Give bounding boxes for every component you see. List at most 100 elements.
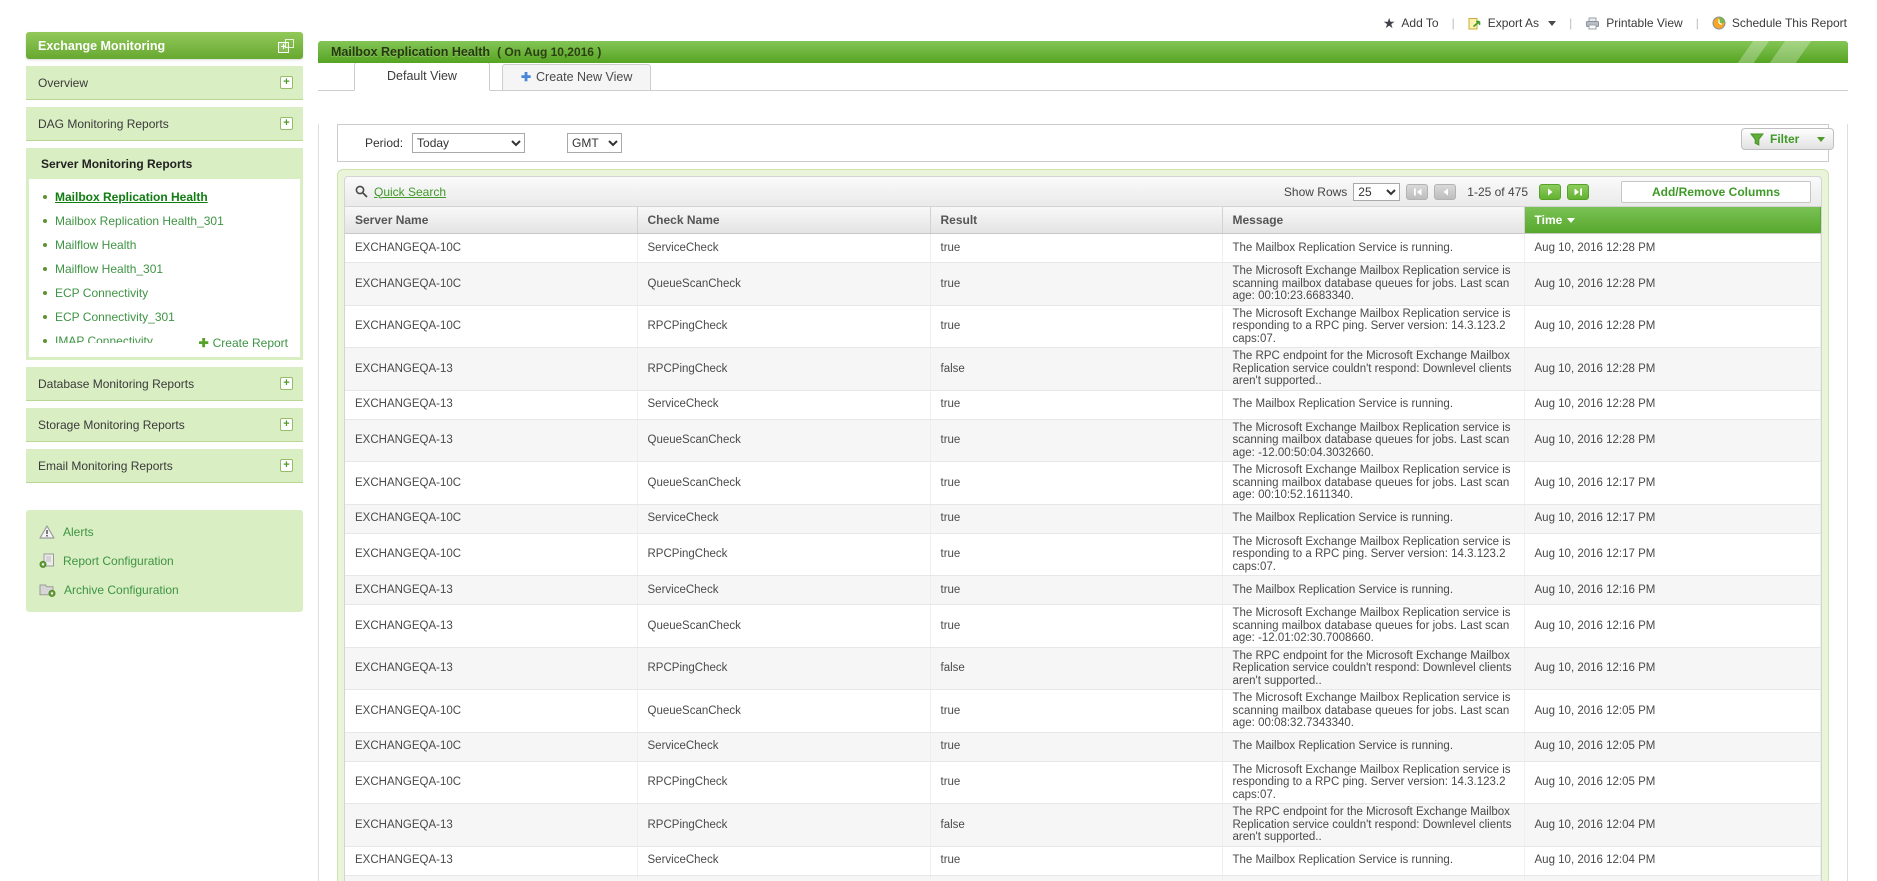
tab-create-new-view[interactable]: ✚ Create New View <box>501 64 652 90</box>
last-page-button[interactable] <box>1567 183 1589 200</box>
table-row[interactable]: EXCHANGEQA-10C QueueScanCheck true The M… <box>345 262 1821 306</box>
expand-plus-icon[interactable]: + <box>280 377 293 390</box>
table-row[interactable]: EXCHANGEQA-13 RPCPingCheck false The RPC… <box>345 647 1821 690</box>
table-row[interactable]: EXCHANGEQA-10C RPCPingCheck true The Mic… <box>345 305 1821 348</box>
table-row[interactable]: EXCHANGEQA-13 ServiceCheck true The Mail… <box>345 390 1821 420</box>
sidebar-report-link[interactable]: Mailbox Replication Health <box>43 190 290 204</box>
cell-check-name <box>637 875 931 881</box>
table-row[interactable]: EXCHANGEQA-10C QueueScanCheck true The M… <box>345 461 1821 505</box>
quick-search-label: Quick Search <box>374 184 447 199</box>
next-page-button[interactable] <box>1539 183 1561 200</box>
archive-config-icon <box>39 584 56 597</box>
period-select[interactable]: Today <box>412 133 526 153</box>
export-as-button[interactable]: Export As <box>1468 16 1557 30</box>
cell-message: The Microsoft Exchange Mailbox Replicati… <box>1222 875 1525 881</box>
export-as-label: Export As <box>1487 16 1540 30</box>
archive-configuration-link[interactable]: Archive Configuration <box>39 582 290 597</box>
expand-plus-icon[interactable]: + <box>280 418 293 431</box>
table-row[interactable]: EXCHANGEQA-10C ServiceCheck true The Mai… <box>345 732 1821 762</box>
period-controls: Period: Today GMT <box>337 124 1829 162</box>
cell-check-name: QueueScanCheck <box>637 604 931 648</box>
table-row[interactable]: EXCHANGEQA-10C ServiceCheck true The Mai… <box>345 233 1821 263</box>
sidebar-item-email-monitoring[interactable]: Email Monitoring Reports + <box>26 449 303 483</box>
sidebar-report-link[interactable]: Mailbox Replication Health_301 <box>43 214 290 228</box>
table-row[interactable]: EXCHANGEQA-13 ServiceCheck true The Mail… <box>345 575 1821 605</box>
cell-server-name: EXCHANGEQA-13 <box>345 846 638 876</box>
cell-time: Aug 10, 2016 12:28 PM <box>1524 305 1821 348</box>
sidebar-report-link[interactable]: ECP Connectivity_301 <box>43 310 290 324</box>
alert-triangle-icon <box>39 525 55 539</box>
cell-server-name <box>345 875 638 881</box>
cell-check-name: ServiceCheck <box>637 504 931 534</box>
table-row[interactable]: EXCHANGEQA-10C QueueScanCheck true The M… <box>345 689 1821 733</box>
cell-time: Aug 10, 2016 12:16 PM <box>1524 604 1821 648</box>
next-page-icon <box>1547 188 1552 195</box>
printable-view-button[interactable]: Printable View <box>1585 16 1683 30</box>
tab-default-view[interactable]: Default View <box>354 62 490 91</box>
report-link-label: Mailbox Replication Health <box>55 190 208 204</box>
report-date: ( On Aug 10,2016 ) <box>497 45 602 59</box>
column-header-time-sorted[interactable]: Time <box>1524 207 1821 234</box>
sidebar-item-overview[interactable]: Overview + <box>26 66 303 100</box>
sidebar-item-database-monitoring[interactable]: Database Monitoring Reports + <box>26 367 303 401</box>
filter-button[interactable]: Filter <box>1741 128 1834 150</box>
table-row[interactable]: EXCHANGEQA-13 RPCPingCheck false The RPC… <box>345 347 1821 391</box>
cell-check-name: QueueScanCheck <box>637 262 931 306</box>
create-report-label: Create Report <box>212 336 288 350</box>
cell-result: true <box>930 604 1223 648</box>
column-header-message[interactable]: Message <box>1222 207 1525 234</box>
table-row[interactable]: EXCHANGEQA-10C ServiceCheck true The Mai… <box>345 504 1821 534</box>
cell-result: true <box>930 689 1223 733</box>
previous-page-button[interactable] <box>1434 183 1457 200</box>
rows-per-page-select[interactable]: 25 <box>1353 182 1401 201</box>
sidebar-header[interactable]: Exchange Monitoring + <box>26 32 303 59</box>
filter-funnel-icon <box>1750 133 1764 146</box>
sidebar-report-link[interactable]: ECP Connectivity <box>43 286 290 300</box>
expand-plus-icon[interactable]: + <box>280 459 293 472</box>
sidebar-report-link[interactable]: IMAP Connectivity <box>43 334 199 343</box>
sidebar-report-link[interactable]: Mailflow Health <box>43 238 290 252</box>
cell-time: Aug 10, 2016 12:04 PM <box>1524 803 1821 847</box>
export-icon <box>1468 17 1481 29</box>
cascade-expand-icon[interactable]: + <box>278 38 294 53</box>
add-remove-columns-button[interactable]: Add/Remove Columns <box>1621 180 1811 203</box>
expand-plus-icon[interactable]: + <box>280 117 293 130</box>
decorative-stripe <box>1764 41 1814 63</box>
cell-time: Aug 10, 2016 12:28 PM <box>1524 390 1821 420</box>
bullet-icon <box>43 243 47 247</box>
sidebar-item-storage-monitoring[interactable]: Storage Monitoring Reports + <box>26 408 303 442</box>
period-label: Period: <box>365 136 404 150</box>
bullet-icon <box>43 315 47 319</box>
create-report-link[interactable]: ✚ Create Report <box>199 336 288 350</box>
cell-server-name: EXCHANGEQA-10C <box>345 233 638 263</box>
first-page-button[interactable] <box>1406 183 1429 200</box>
cell-message: The Mailbox Replication Service is runni… <box>1222 233 1525 263</box>
cell-time: Aug 10, 2016 12:05 PM <box>1524 761 1821 804</box>
timezone-select[interactable]: GMT <box>567 133 623 153</box>
sidebar-report-link[interactable]: Mailflow Health_301 <box>43 262 290 276</box>
schedule-report-button[interactable]: Schedule This Report <box>1712 16 1847 30</box>
table-row[interactable]: EXCHANGEQA-13 QueueScanCheck true The Mi… <box>345 604 1821 648</box>
table-row[interactable]: EXCHANGEQA-13 RPCPingCheck false The RPC… <box>345 803 1821 847</box>
alerts-link[interactable]: Alerts <box>39 525 290 539</box>
table-row[interactable]: EXCHANGEQA-13 ServiceCheck true The Mail… <box>345 846 1821 876</box>
table-row[interactable]: EXCHANGEQA-10C RPCPingCheck true The Mic… <box>345 533 1821 576</box>
table-row[interactable]: EXCHANGEQA-10C RPCPingCheck true The Mic… <box>345 761 1821 804</box>
column-header-check-name[interactable]: Check Name <box>637 207 931 234</box>
column-header-server-name[interactable]: Server Name <box>345 207 638 234</box>
sidebar-item-dag-monitoring[interactable]: DAG Monitoring Reports + <box>26 107 303 141</box>
column-header-result[interactable]: Result <box>930 207 1223 234</box>
cell-server-name: EXCHANGEQA-13 <box>345 604 638 648</box>
cell-message: The Microsoft Exchange Mailbox Replicati… <box>1222 761 1525 804</box>
toolbar-separator: | <box>1569 16 1573 30</box>
report-configuration-link[interactable]: Report Configuration <box>39 553 290 568</box>
expand-plus-icon[interactable]: + <box>280 76 293 89</box>
table-row[interactable]: EXCHANGEQA-13 QueueScanCheck true The Mi… <box>345 419 1821 462</box>
add-to-button[interactable]: ★ Add To <box>1383 16 1439 30</box>
sidebar-item-server-monitoring[interactable]: Server Monitoring Reports <box>29 148 300 179</box>
results-grid-container: Quick Search Show Rows 25 1-25 of 475 Ad… <box>337 169 1829 881</box>
report-link-label: ECP Connectivity_301 <box>55 310 175 324</box>
table-row[interactable]: The Microsoft Exchange Mailbox Replicati… <box>345 875 1821 881</box>
quick-search-link[interactable]: Quick Search <box>355 185 446 199</box>
sidebar-item-label: Database Monitoring Reports <box>38 376 195 391</box>
